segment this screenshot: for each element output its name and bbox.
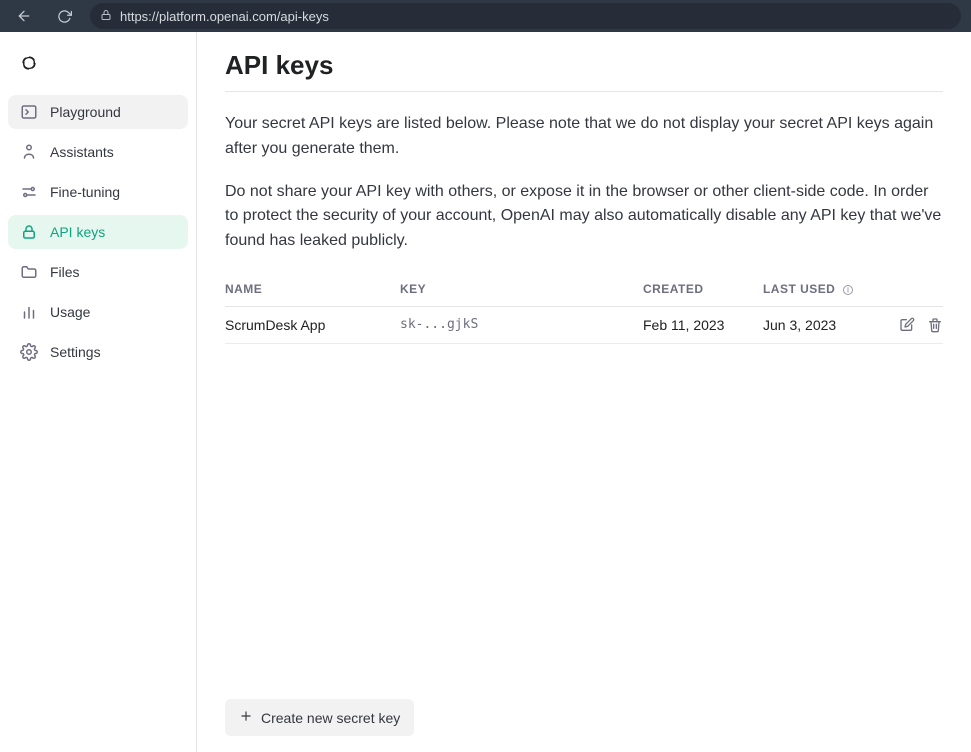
sidebar-item-label: Usage (50, 304, 90, 320)
lock-icon (100, 9, 112, 24)
col-header-name: NAME (225, 282, 400, 296)
sidebar-item-assistants[interactable]: Assistants (8, 135, 188, 169)
table-header-row: NAME KEY CREATED LAST USED (225, 272, 943, 307)
title-divider (225, 91, 943, 92)
table-row: ScrumDesk App sk-...gjkS Feb 11, 2023 Ju… (225, 307, 943, 344)
sidebar-item-api-keys[interactable]: API keys (8, 215, 188, 249)
info-icon[interactable] (842, 284, 854, 296)
page-body: Playground Assistants Fine-tuning API ke… (0, 32, 971, 752)
sidebar-item-fine-tuning[interactable]: Fine-tuning (8, 175, 188, 209)
trash-icon[interactable] (927, 317, 943, 333)
bottom-actions: Create new secret key (225, 699, 943, 736)
sidebar: Playground Assistants Fine-tuning API ke… (0, 32, 197, 752)
sidebar-item-label: Settings (50, 344, 101, 360)
browser-chrome: https://platform.openai.com/api-keys (0, 0, 971, 32)
cell-name: ScrumDesk App (225, 317, 400, 333)
cell-last-used: Jun 3, 2023 (763, 317, 883, 333)
col-header-key: KEY (400, 282, 643, 296)
create-secret-key-label: Create new secret key (261, 710, 400, 726)
folder-icon (20, 263, 38, 281)
sidebar-item-playground[interactable]: Playground (8, 95, 188, 129)
description-paragraph-2: Do not share your API key with others, o… (225, 180, 943, 254)
bar-chart-icon (20, 303, 38, 321)
reload-button[interactable] (50, 2, 78, 30)
lock-icon (20, 223, 38, 241)
page-title: API keys (225, 50, 943, 81)
row-actions (883, 317, 943, 333)
openai-logo[interactable] (8, 44, 188, 89)
edit-icon[interactable] (899, 317, 915, 333)
address-url: https://platform.openai.com/api-keys (120, 9, 329, 24)
description-paragraph-1: Your secret API keys are listed below. P… (225, 112, 943, 162)
gear-icon (20, 343, 38, 361)
plus-icon (239, 709, 253, 726)
sliders-icon (20, 183, 38, 201)
address-bar[interactable]: https://platform.openai.com/api-keys (90, 3, 961, 29)
api-keys-table: NAME KEY CREATED LAST USED ScrumDesk App… (225, 272, 943, 344)
sidebar-item-label: API keys (50, 224, 105, 240)
main-content: API keys Your secret API keys are listed… (197, 32, 971, 752)
sidebar-item-files[interactable]: Files (8, 255, 188, 289)
sidebar-item-label: Playground (50, 104, 121, 120)
back-button[interactable] (10, 2, 38, 30)
cell-key: sk-...gjkS (400, 317, 643, 332)
sidebar-item-label: Fine-tuning (50, 184, 120, 200)
sidebar-item-usage[interactable]: Usage (8, 295, 188, 329)
sidebar-item-settings[interactable]: Settings (8, 335, 188, 369)
cell-created: Feb 11, 2023 (643, 317, 763, 333)
col-header-created: CREATED (643, 282, 763, 296)
sidebar-item-label: Assistants (50, 144, 114, 160)
terminal-icon (20, 103, 38, 121)
sidebar-item-label: Files (50, 264, 80, 280)
robot-icon (20, 143, 38, 161)
col-header-last-used: LAST USED (763, 282, 883, 296)
create-secret-key-button[interactable]: Create new secret key (225, 699, 414, 736)
